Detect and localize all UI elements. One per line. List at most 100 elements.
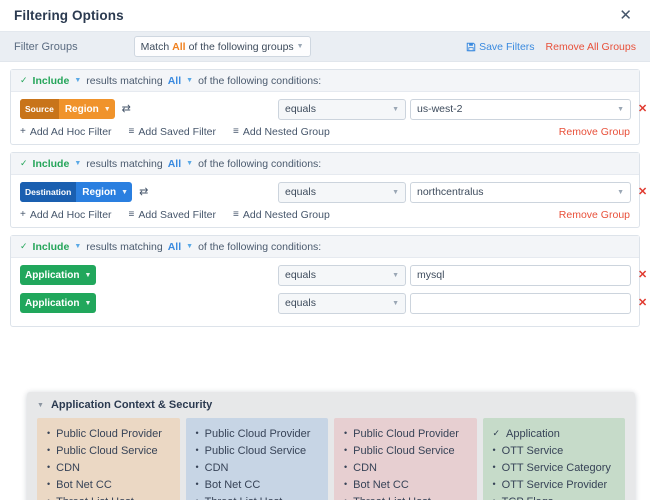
remove-group-button[interactable]: Remove Group — [559, 209, 630, 221]
bullet-icon: • — [47, 462, 51, 472]
dimension-option-label: OTT Service Category — [501, 461, 611, 474]
save-filters-label: Save Filters — [479, 40, 535, 53]
value-label: northcentralus — [417, 186, 484, 198]
remove-condition-icon[interactable]: ✕ — [638, 186, 647, 198]
operator-label: equals — [285, 297, 316, 309]
dimension-prefix: Destination — [20, 182, 77, 202]
remove-all-groups-button[interactable]: Remove All Groups — [546, 41, 636, 53]
include-chevron-down-icon[interactable]: ▼ — [74, 243, 81, 250]
chevron-down-icon: ▼ — [617, 188, 624, 196]
dimension-option[interactable]: • Bot Net CC — [334, 476, 477, 493]
bullet-icon: • — [47, 479, 51, 489]
value-select[interactable]: northcentralus ▼ — [410, 181, 631, 203]
match-chevron-down-icon[interactable]: ▼ — [186, 77, 193, 84]
dimension-option-label: OTT Service — [501, 444, 564, 457]
dimension-option-label: CDN — [56, 461, 80, 474]
dimension-option[interactable]: • Bot Net CC — [37, 476, 180, 493]
dimension-option[interactable]: • Bot Net CC — [186, 476, 329, 493]
operator-select[interactable]: equals ▼ — [278, 292, 406, 314]
dimension-option[interactable]: • CDN — [37, 459, 180, 476]
dimension-option[interactable]: •Threat List Host — [37, 493, 180, 500]
dimension-option[interactable]: • OTT Service Provider — [483, 476, 626, 493]
toolbar-actions: Save Filters Remove All Groups — [466, 41, 636, 53]
remove-condition-icon[interactable]: ✕ — [638, 103, 647, 115]
chevron-down-icon: ▼ — [392, 188, 399, 196]
value-input[interactable]: mysql — [410, 264, 631, 286]
dimension-option-selected[interactable]: ✓ Application — [483, 425, 626, 442]
dimension-name: Region ▼ — [59, 99, 115, 119]
include-toggle[interactable]: Include — [33, 158, 70, 170]
chevron-down-icon: ▼ — [84, 271, 92, 279]
dimension-pill[interactable]: Source Region ▼ — [20, 99, 115, 119]
dimension-option[interactable]: • OTT Service Category — [483, 459, 626, 476]
dimension-label: Region — [82, 186, 117, 198]
remove-group-button[interactable]: Remove Group — [559, 126, 630, 138]
dimension-option-label: Public Cloud Provider — [204, 427, 311, 440]
remove-condition-icon[interactable]: ✕ — [638, 297, 647, 309]
dimension-option-label: Bot Net CC — [353, 478, 409, 491]
chevron-down-icon[interactable]: ▼ — [37, 402, 44, 409]
group-match-select[interactable]: All — [168, 75, 181, 87]
filter-group: ✓ Include ▼ results matching All ▼ of th… — [10, 235, 647, 327]
filter-group-footer: + Add Ad Hoc Filter ≡ Add Saved Filter ≡… — [11, 209, 639, 227]
dimension-option-label: CDN — [204, 461, 229, 474]
swap-arrows-icon[interactable]: ⇄ — [139, 186, 148, 198]
value-select[interactable]: us-west-2 ▼ — [410, 98, 631, 120]
group-match-select[interactable]: All — [168, 241, 181, 253]
dimension-pill[interactable]: Application ▼ — [20, 265, 97, 285]
value-input[interactable] — [410, 292, 631, 314]
dimension-option[interactable]: • Public Cloud Service — [37, 442, 180, 459]
dimension-option[interactable]: •TCP Flags — [483, 493, 626, 500]
check-icon: ✓ — [20, 75, 28, 85]
bullet-icon: • — [344, 428, 348, 438]
group-match-select[interactable]: All — [168, 158, 181, 170]
list-plus-icon: ≡ — [233, 209, 239, 220]
floppy-disk-icon — [466, 42, 476, 52]
dimension-option[interactable]: • Public Cloud Service — [186, 442, 329, 459]
add-nested-group-label: Add Nested Group — [242, 126, 330, 138]
operator-select[interactable]: equals ▼ — [278, 181, 406, 203]
page-title: Filtering Options — [14, 8, 124, 23]
dimension-pill[interactable]: Application ▼ — [20, 293, 97, 313]
dimension-option[interactable]: • Public Cloud Provider — [186, 425, 329, 442]
dimension-option-label: TCP Flags — [502, 496, 554, 500]
add-saved-filter-button[interactable]: ≡ Add Saved Filter — [129, 209, 216, 221]
dimension-option-label: OTT Service Provider — [501, 478, 608, 491]
list-plus-icon: ≡ — [233, 126, 239, 137]
dimension-category-header[interactable]: ▼ Application Context & Security — [27, 392, 635, 418]
swap-arrows-icon[interactable]: ⇄ — [122, 103, 131, 115]
match-chevron-down-icon[interactable]: ▼ — [186, 160, 193, 167]
list-plus-icon: ≡ — [128, 126, 135, 137]
add-nested-group-button[interactable]: ≡ Add Nested Group — [233, 209, 330, 221]
add-nested-group-button[interactable]: ≡ Add Nested Group — [233, 126, 330, 138]
match-groups-select[interactable]: Match All of the following groups ▼ — [133, 36, 311, 57]
dimension-option[interactable]: • Public Cloud Provider — [37, 425, 180, 442]
dimension-option[interactable]: • Public Cloud Service — [334, 442, 477, 459]
dimension-option[interactable]: • CDN — [334, 459, 477, 476]
dimension-pill[interactable]: Destination Region ▼ — [20, 182, 133, 202]
dimension-option[interactable]: • Public Cloud Provider — [334, 425, 477, 442]
dimension-option[interactable]: •Threat List Host — [334, 493, 477, 500]
close-icon[interactable]: ✕ — [615, 6, 636, 25]
match-chevron-down-icon[interactable]: ▼ — [186, 243, 193, 250]
include-toggle[interactable]: Include — [33, 75, 70, 87]
dimension-option-label: Public Cloud Provider — [353, 427, 459, 440]
operator-select[interactable]: equals ▼ — [278, 264, 406, 286]
filter-groups-label: Filter Groups — [14, 40, 78, 53]
dimension-name: Region ▼ — [76, 182, 132, 202]
dimension-name: Application ▼ — [20, 293, 96, 313]
add-ad-hoc-filter-button[interactable]: + Add Ad Hoc Filter — [20, 126, 112, 138]
chevron-down-icon: ▼ — [103, 105, 111, 113]
dimension-option[interactable]: •Threat List Host — [186, 493, 329, 500]
save-filters-button[interactable]: Save Filters — [466, 40, 535, 53]
add-ad-hoc-filter-button[interactable]: + Add Ad Hoc Filter — [20, 209, 112, 221]
dimension-option[interactable]: • CDN — [186, 459, 329, 476]
remove-condition-icon[interactable]: ✕ — [638, 269, 647, 281]
include-chevron-down-icon[interactable]: ▼ — [74, 160, 81, 167]
dimension-option[interactable]: • OTT Service — [483, 442, 626, 459]
include-chevron-down-icon[interactable]: ▼ — [74, 77, 81, 84]
include-toggle[interactable]: Include — [33, 241, 70, 253]
operator-select[interactable]: equals ▼ — [278, 98, 406, 120]
add-saved-filter-button[interactable]: ≡ Add Saved Filter — [129, 126, 216, 138]
dimension-option-label: Threat List Host — [56, 496, 134, 500]
